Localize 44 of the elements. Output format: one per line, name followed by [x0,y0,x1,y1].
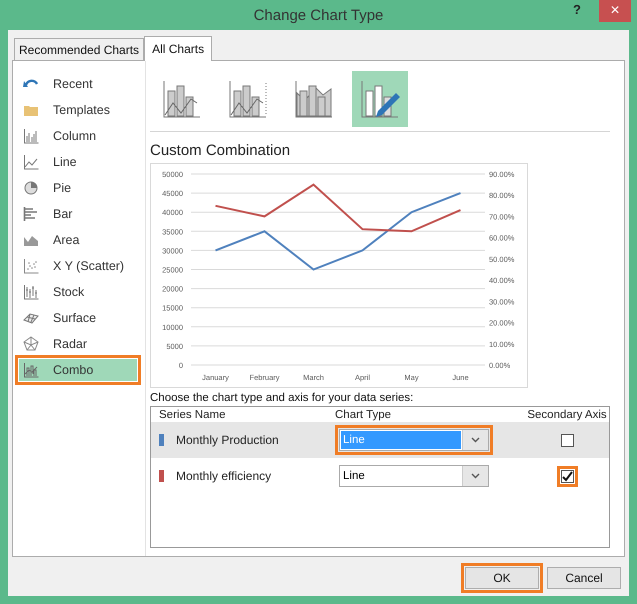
caret-icon [471,437,480,443]
chart-type-item[interactable]: X Y (Scatter) [19,255,137,277]
help-button[interactable]: ? [569,2,585,17]
combo-chart-icon [162,79,202,119]
chart-type-item[interactable]: Area [19,229,137,251]
combo-chart-icon [23,362,39,378]
chart-type-item[interactable]: Bar [19,203,137,225]
line-chart-icon [23,154,39,170]
column-header: Secondary Axis [526,408,608,420]
column-header: Series Name [158,408,226,420]
caret-icon [471,473,480,479]
close-button[interactable]: × [599,0,631,22]
pie-chart-icon [23,180,39,196]
chart-type-item[interactable]: Pie [19,177,137,199]
tab[interactable]: Recommended Charts [14,38,144,60]
chart-type-item[interactable]: Line [19,151,137,173]
checkbox[interactable] [560,470,574,482]
chart-type-item[interactable]: Combo [19,359,137,381]
chart-type-item[interactable]: Surface [19,307,137,329]
bar-chart-icon [23,206,39,222]
scatter-chart-icon [23,258,39,274]
column-chart-icon [23,128,39,144]
stock-chart-icon [23,284,39,300]
window-title: Change Chart Type [254,6,384,24]
combo-chart-icon [294,79,334,119]
chart-type-item[interactable]: Column [19,125,137,147]
chart-type-item[interactable]: Radar [19,333,137,355]
dialog-button[interactable]: Cancel [547,567,621,589]
tab[interactable]: All Charts [144,36,212,61]
combo-chart-icon [228,79,268,119]
chart-type-item[interactable]: Recent [19,73,137,95]
instruction-text: Choose the chart type and axis for your data series: [150,392,414,404]
radar-chart-icon [23,336,39,352]
dialog-button[interactable]: OK [465,567,539,589]
series-name: Monthly efficiency [176,469,272,483]
column-header: Chart Type [334,408,392,420]
chart-type-item[interactable]: Stock [19,281,137,303]
chart-type-item[interactable]: Templates [19,99,137,121]
series-name: Monthly Production [176,433,279,447]
chart-type-dropdown[interactable]: Line [339,465,489,487]
checkbox[interactable] [560,434,574,446]
section-heading: Custom Combination [150,142,292,159]
custom-combo-icon [360,79,400,119]
chart-subtype-button[interactable] [352,71,408,127]
